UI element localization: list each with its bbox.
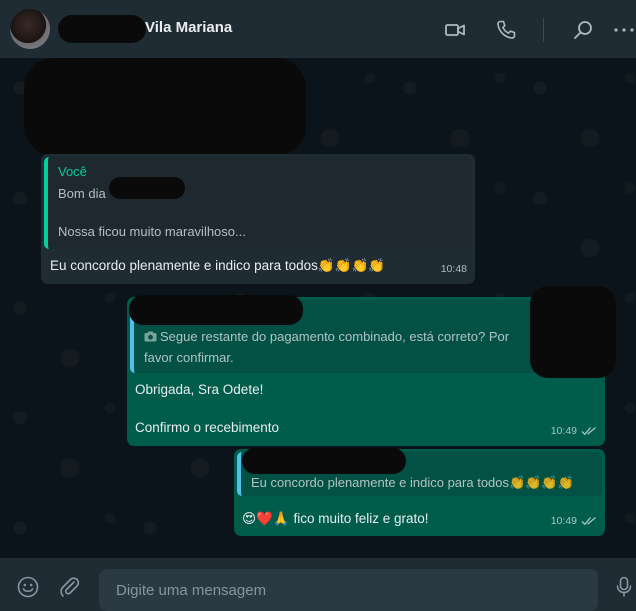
search-icon[interactable] <box>571 18 595 42</box>
double-check-icon <box>581 427 596 436</box>
quote-text-line: Segue restante do pagamento combinado, e… <box>144 328 592 346</box>
header-divider <box>543 18 544 42</box>
contact-name[interactable]: Vila Mariana <box>145 19 232 36</box>
redacted-name-block <box>242 448 406 474</box>
voice-call-icon[interactable] <box>494 18 518 42</box>
video-call-icon[interactable] <box>443 18 467 42</box>
message-list[interactable]: Você Bom dia Nossa ficou muito maravilho… <box>0 58 636 558</box>
contact-avatar[interactable] <box>10 9 50 49</box>
message-time: 10:49 <box>550 515 577 527</box>
camera-icon <box>144 331 157 342</box>
compose-bar <box>0 558 636 611</box>
attach-icon[interactable] <box>57 575 81 599</box>
message-time: 10:48 <box>440 263 467 275</box>
menu-icon[interactable] <box>612 18 636 42</box>
message-time: 10:49 <box>550 425 577 437</box>
incoming-message[interactable]: Você Bom dia Nossa ficou muito maravilho… <box>41 154 475 284</box>
emoji-icon[interactable] <box>16 575 40 599</box>
message-input[interactable] <box>99 569 598 611</box>
chat-header: Vila Mariana <box>0 0 636 58</box>
message-text-line: Confirmo o recebimento <box>135 420 280 435</box>
double-check-icon <box>581 517 596 526</box>
message-meta: 10:49 <box>551 422 597 440</box>
quote-text: Segue restante do pagamento combinado, e… <box>160 329 510 344</box>
microphone-icon[interactable] <box>612 575 636 599</box>
message-text-line: Obrigada, Sra Odete! <box>135 382 264 397</box>
quote-text-line: Nossa ficou muito maravilhoso... <box>58 224 246 239</box>
message-meta: 10:49 <box>551 512 597 530</box>
redacted-media <box>530 286 616 378</box>
quoted-message[interactable]: Você Bom dia Nossa ficou muito maravilho… <box>44 157 472 249</box>
quote-text: Eu concordo plenamente e indico para tod… <box>251 475 574 490</box>
message-text: Eu concordo plenamente e indico para tod… <box>50 258 386 273</box>
outgoing-message[interactable]: Eu concordo plenamente e indico para tod… <box>234 448 605 536</box>
redacted-media <box>24 58 306 156</box>
message-text: 😍❤️🙏 fico muito feliz e grato! <box>242 511 429 526</box>
redacted-name-block <box>129 295 303 325</box>
redacted-name-block <box>58 15 146 43</box>
message-meta: 10:48 <box>441 260 467 278</box>
redacted-name-block <box>109 177 185 199</box>
quote-text-line: favor confirmar. <box>144 350 234 365</box>
message-input-box[interactable] <box>99 569 598 611</box>
